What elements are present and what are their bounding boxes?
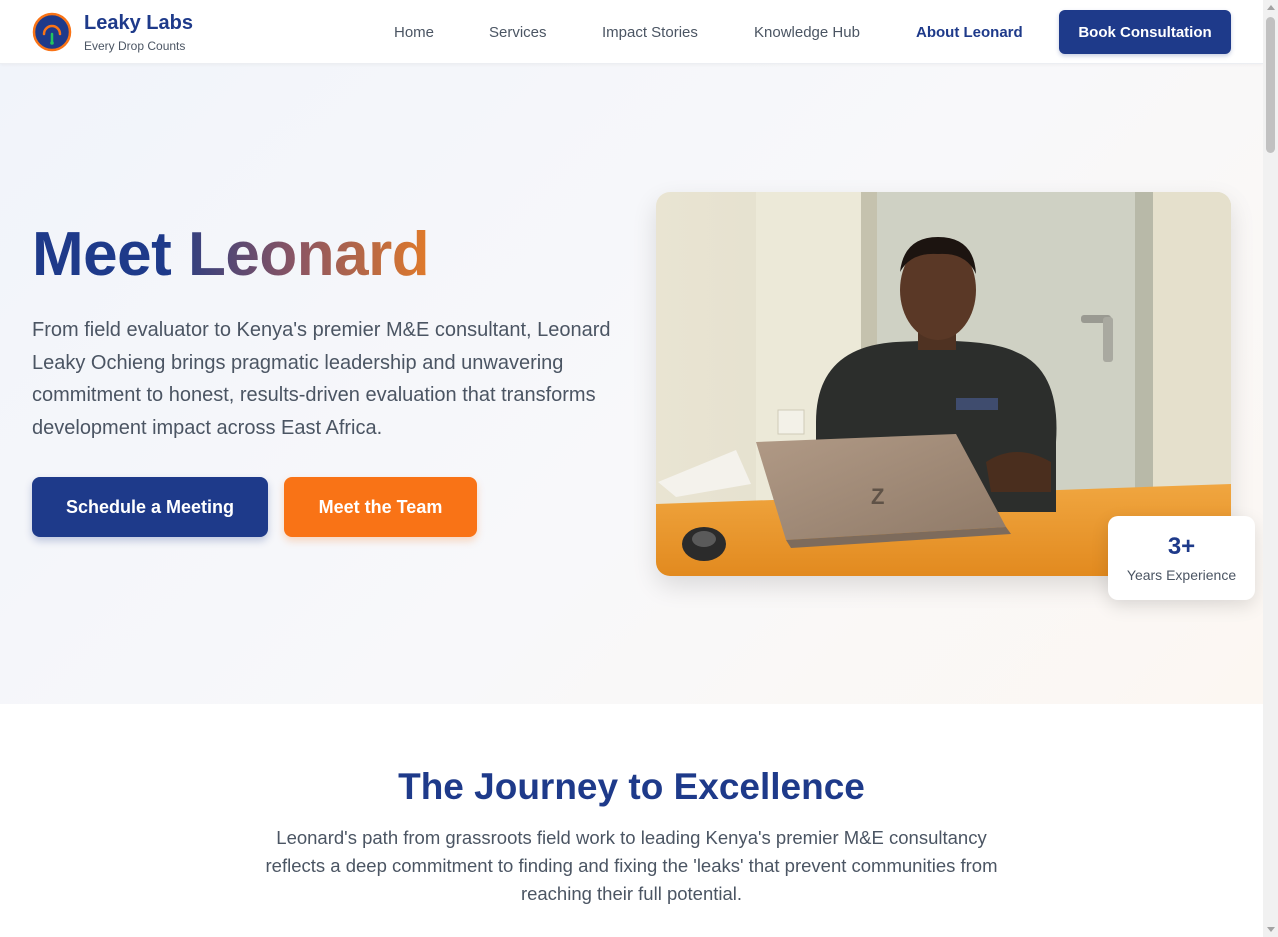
nav-knowledge-hub[interactable]: Knowledge Hub	[754, 24, 860, 41]
scroll-down-arrow-icon[interactable]	[1267, 927, 1275, 932]
meet-team-button[interactable]: Meet the Team	[284, 477, 477, 537]
hero-title-part2: Leonard	[188, 220, 430, 289]
journey-title: The Journey to Excellence	[398, 766, 865, 807]
schedule-meeting-button[interactable]: Schedule a Meeting	[32, 477, 268, 537]
scroll-thumb[interactable]	[1266, 17, 1275, 153]
hero-title: Meet Leonard	[32, 224, 430, 286]
journey-section: The Journey to Excellence Leonard's path…	[0, 704, 1263, 937]
journey-description: Leonard's path from grassroots field wor…	[265, 827, 998, 904]
hero-description: From field evaluator to Kenya's premier …	[32, 319, 611, 439]
book-consultation-button[interactable]: Book Consultation	[1059, 10, 1231, 54]
nav-about-leonard[interactable]: About Leonard	[916, 24, 1023, 41]
vertical-scrollbar[interactable]	[1263, 0, 1278, 937]
brand-tagline: Every Drop Counts	[84, 39, 186, 53]
hero-section: Meet Leonard From field evaluator to Ken…	[0, 64, 1263, 704]
experience-stat-card: 3+ Years Experience	[1108, 516, 1255, 600]
nav-impact-stories[interactable]: Impact Stories	[602, 24, 698, 41]
svg-text:Z: Z	[871, 484, 884, 509]
hero-title-part1: Meet	[32, 220, 172, 289]
drop-logo-icon[interactable]	[32, 12, 72, 52]
nav-services[interactable]: Services	[489, 24, 547, 41]
experience-stat-label: Years Experience	[1126, 567, 1237, 583]
scroll-up-arrow-icon[interactable]	[1267, 5, 1275, 10]
page: Leaky Labs Every Drop Counts Home Servic…	[0, 0, 1263, 937]
site-header: Leaky Labs Every Drop Counts Home Servic…	[0, 0, 1263, 64]
brand-name[interactable]: Leaky Labs	[84, 12, 193, 35]
experience-stat-value: 3+	[1167, 533, 1196, 560]
nav-home[interactable]: Home	[394, 24, 434, 41]
